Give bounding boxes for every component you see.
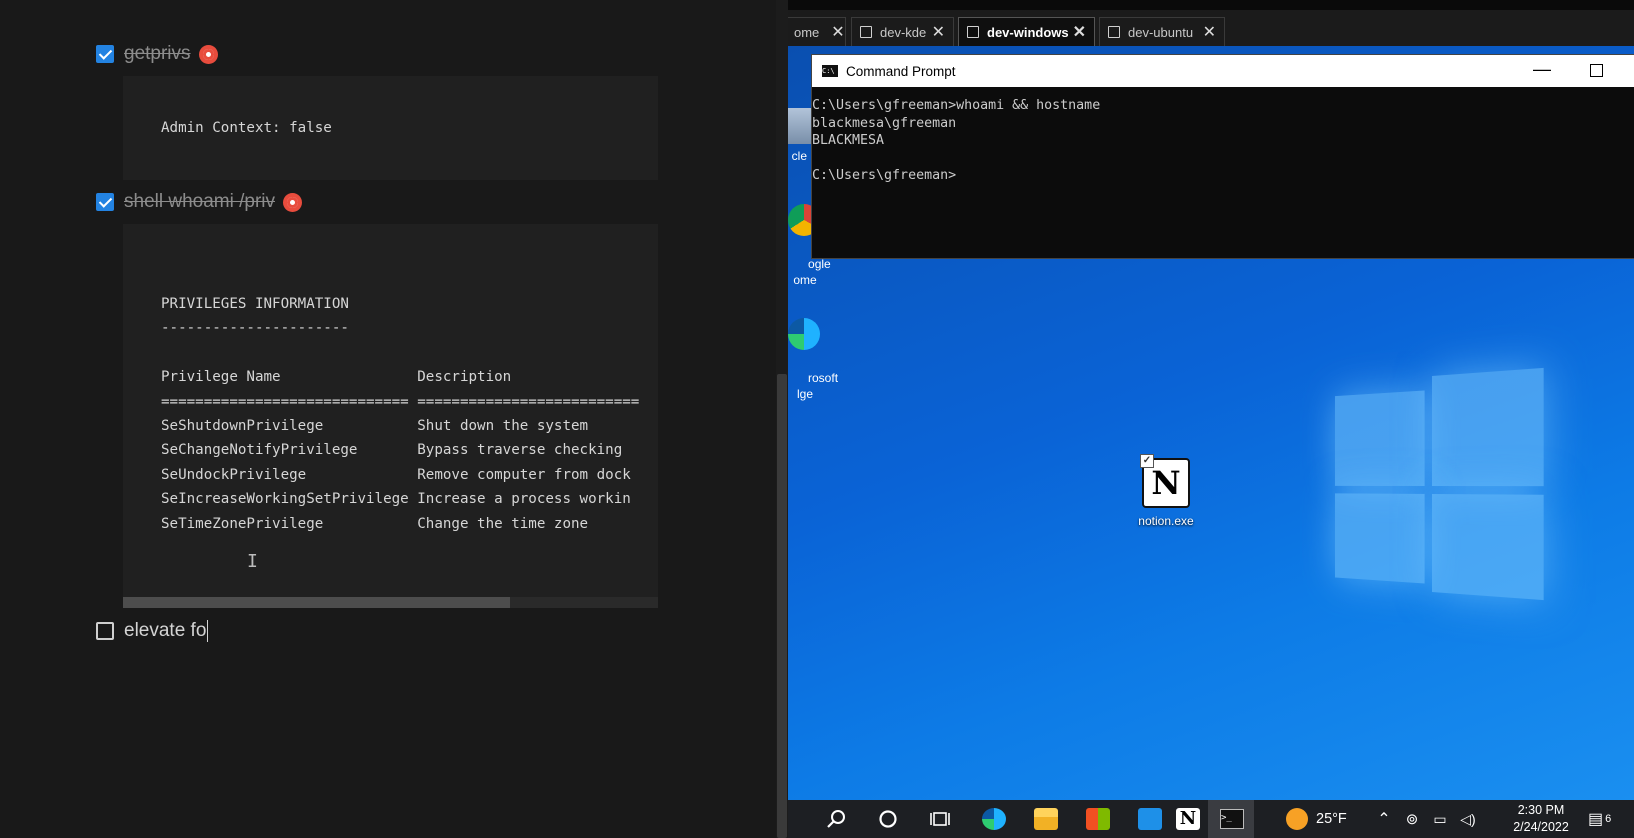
tab-label: ome [794,24,820,40]
code-block-privileges: PRIVILEGES INFORMATION -----------------… [123,224,658,608]
scrollbar-thumb[interactable] [777,374,787,838]
text-cursor-icon: I [247,551,258,572]
todo-checkbox-checked[interactable] [96,45,114,63]
notifications-icon[interactable]: ▤ 6 [1588,800,1622,838]
notification-count: 6 [1605,813,1612,825]
todo-label-editing[interactable]: elevate fo [124,620,206,642]
command-prompt-window[interactable]: C:\ Command Prompt — C:\Users\gfreeman>w… [811,54,1634,259]
weather-temperature: 25°F [1316,811,1347,827]
notion-icon: N ✓ [1140,454,1190,508]
search-icon[interactable] [816,800,856,838]
vm-icon [967,26,979,38]
clock-time: 2:30 PM [1517,803,1565,817]
console-output[interactable]: C:\Users\gfreeman>whoami && hostname bla… [812,87,1634,185]
edge-icon [788,318,820,350]
tab-dev-kde[interactable]: dev-kde ✕ [851,17,954,46]
code-text: Admin Context: false [161,120,332,136]
network-icon[interactable]: ▭ [1428,800,1452,838]
code-horizontal-scrollbar[interactable] [123,597,658,608]
speaker-icon[interactable]: ◁) [1456,800,1480,838]
notes-pane: getprivs Admin Context: false shell whoa… [0,0,776,838]
tab-dev-ubuntu[interactable]: dev-ubuntu ✕ [1099,17,1225,46]
vm-icon [1108,26,1120,38]
window-title-bar[interactable]: C:\ Command Prompt — [812,55,1634,87]
tab-dev-windows[interactable]: dev-windows ✕ [958,17,1095,46]
scrollbar-thumb[interactable] [123,597,510,608]
taskbar-clock[interactable]: 2:30 PM 2/24/2022 [1496,802,1586,836]
target-emoji-icon [283,192,302,212]
store-icon[interactable] [1076,800,1120,838]
file-explorer-icon[interactable] [1024,800,1068,838]
close-icon[interactable]: ✕ [1203,22,1216,42]
tab-home[interactable]: ome ✕ [788,17,846,46]
desktop-icon-microsoft-edge[interactable]: rosoft lge [788,286,838,418]
todo-checkbox-unchecked[interactable] [96,622,114,640]
tab-label: dev-ubuntu [1128,24,1194,40]
minimize-icon[interactable]: — [1533,59,1551,80]
edge-taskbar-icon[interactable] [972,800,1016,838]
weather-sun-icon [1286,808,1308,830]
todo-shell-whoami-priv[interactable]: shell whoami /priv [96,191,302,213]
target-emoji-icon [198,44,218,64]
text-caret [207,620,209,642]
desktop-icon-label: notion.exe [1138,514,1194,528]
maximize-icon[interactable] [1590,64,1603,77]
weather-widget[interactable]: 25°F [1286,800,1366,838]
command-prompt-taskbar-icon[interactable]: >_ [1208,800,1254,838]
task-view-icon[interactable] [920,800,960,838]
code-block-getprivs: Admin Context: false [123,76,658,180]
close-icon[interactable]: ✕ [831,22,844,42]
todo-label: getprivs [124,43,191,64]
clock-date: 2/24/2022 [1513,820,1569,834]
window-title: Command Prompt [846,63,956,79]
close-icon[interactable]: ✕ [1073,22,1086,42]
notion-taskbar-icon[interactable]: N [1166,800,1210,838]
tab-label: dev-windows [987,24,1069,40]
selection-checkbox-icon: ✓ [1140,454,1154,468]
cortana-icon[interactable] [868,800,908,838]
todo-elevate[interactable]: elevate fo [96,620,209,642]
desktop-icon-label: rosoft lge [796,371,839,401]
vm-tab-strip: ome ✕ dev-kde ✕ dev-windows ✕ dev-ubuntu… [788,10,1634,46]
vm-icon [860,26,872,38]
todo-label: shell whoami /priv [124,191,275,212]
meet-now-icon[interactable]: ⊚ [1400,800,1424,838]
desktop-icon-label: ogle ome [793,257,831,287]
windows-desktop[interactable]: cle B ogle ome rosoft lge N ✓ notion.exe … [788,46,1634,800]
chevron-up-icon[interactable]: ⌃ [1372,800,1396,838]
close-icon[interactable]: ✕ [932,22,945,42]
code-text: PRIVILEGES INFORMATION -----------------… [161,296,640,532]
windows-taskbar: N >_ 25°F ⌃ ⊚ ▭ ◁) 2:30 PM 2/24/2022 ▤ 6 [788,800,1634,838]
vm-viewer: ome ✕ dev-kde ✕ dev-windows ✕ dev-ubuntu… [788,0,1634,838]
windows-logo-icon [1334,367,1544,601]
desktop-icon-notion[interactable]: N ✓ notion.exe [1121,454,1211,528]
todo-getprivs[interactable]: getprivs [96,43,218,65]
todo-checkbox-checked[interactable] [96,193,114,211]
cmd-icon: C:\ [822,65,838,77]
tab-label: dev-kde [880,24,927,40]
